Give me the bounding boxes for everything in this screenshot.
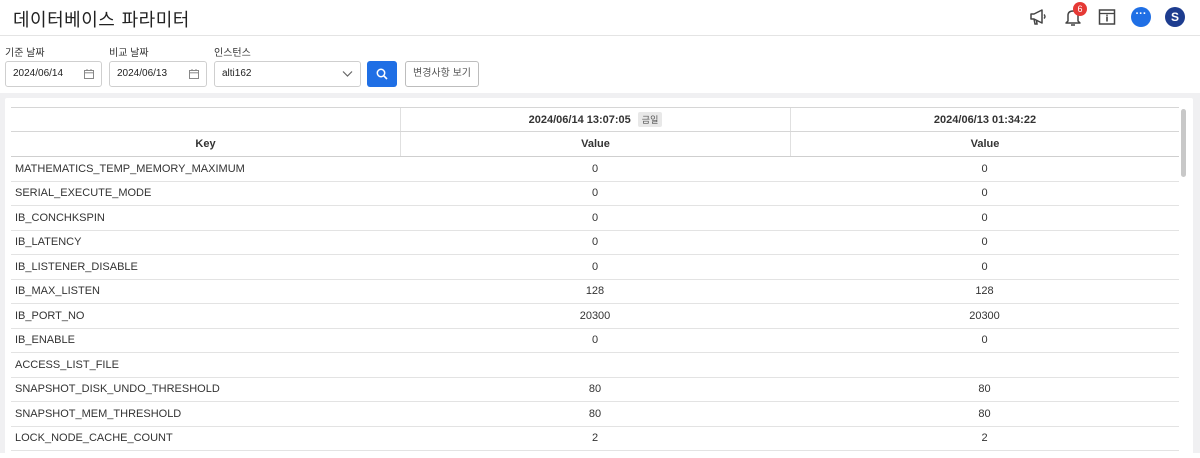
info-panel-icon[interactable] (1096, 6, 1118, 28)
table-row: IB_ENABLE 0 0 (11, 329, 1179, 353)
header-compare-column: 2024/06/13 01:34:22 (790, 108, 1179, 131)
param-key-cell: SNAPSHOT_DISK_UNDO_THRESHOLD (15, 383, 220, 396)
table-row: SERIAL_EXECUTE_MODE 0 0 (11, 182, 1179, 206)
header-empty-cell (11, 108, 400, 131)
table-row: IB_LATENCY 0 0 (11, 231, 1179, 255)
compare-value-cell: 0 (981, 211, 988, 224)
parameter-table: 2024/06/14 13:07:05 금일 2024/06/13 01:34:… (11, 107, 1179, 451)
table-row: IB_MAX_LISTEN 128 128 (11, 280, 1179, 304)
compare-value-cell: 20300 (969, 309, 1000, 322)
calendar-icon (84, 62, 94, 89)
param-key-cell: IB_LISTENER_DISABLE (15, 260, 138, 273)
page-title: 데이터베이스 파라미터 (13, 10, 190, 31)
compare-value-cell: 80 (978, 407, 991, 420)
table-row: ACCESS_LIST_FILE (11, 353, 1179, 378)
table-body: MATHEMATICS_TEMP_MEMORY_MAXIMUM 0 0 SERIAL_… (11, 157, 1179, 451)
megaphone-icon[interactable] (1028, 6, 1050, 28)
page-header: 데이터베이스 파라미터 6 ··· S (0, 0, 1200, 36)
base-timestamp: 2024/06/14 13:07:05 (528, 113, 631, 126)
base-value-cell: 0 (591, 187, 599, 200)
bell-icon[interactable]: 6 (1062, 2, 1087, 28)
compare-value-cell: 0 (981, 162, 988, 175)
param-key-cell: IB_LATENCY (15, 236, 82, 249)
param-key-cell: SNAPSHOT_MEM_THRESHOLD (15, 407, 182, 420)
param-key-cell: IB_MAX_LISTEN (15, 285, 100, 298)
base-date-label: 기준 날짜 (5, 48, 45, 59)
compare-value-cell: 2 (981, 432, 988, 445)
table-row: IB_PORT_NO 20300 20300 (11, 304, 1179, 329)
param-key-cell: IB_CONCHKSPIN (15, 211, 105, 224)
base-value-cell: 0 (591, 334, 599, 347)
base-date-picker[interactable]: 2024/06/14 (5, 61, 102, 87)
table-row: SNAPSHOT_MEM_THRESHOLD 80 80 (11, 402, 1179, 427)
compare-date-value: 2024/06/13 (117, 68, 168, 79)
base-value-cell: 80 (588, 383, 602, 396)
chat-bubble: ··· (1131, 7, 1151, 27)
table-scrollbar[interactable] (1181, 109, 1186, 177)
base-value-cell: 2 (591, 432, 599, 445)
base-value-cell: 0 (591, 211, 599, 224)
table-header-row: 2024/06/14 13:07:05 금일 2024/06/13 01:34:… (11, 107, 1179, 132)
chevron-down-icon (342, 62, 353, 88)
base-value-cell: 20300 (579, 309, 611, 322)
key-column-header: Key (195, 138, 216, 150)
base-value-cell: 0 (591, 260, 599, 273)
compare-value-cell: 128 (975, 285, 994, 298)
view-changes-button[interactable]: 변경사항 보기 (405, 61, 479, 87)
today-badge: 금일 (637, 112, 663, 127)
notification-badge: 6 (1073, 2, 1087, 16)
table-subheader-row: Key Value Value (11, 132, 1179, 157)
compare-value-cell: 0 (981, 334, 988, 347)
compare-value-cell: 80 (978, 383, 991, 396)
base-value-cell: 128 (585, 285, 605, 298)
compare-timestamp: 2024/06/13 01:34:22 (933, 113, 1037, 126)
filter-bar: 기준 날짜 2024/06/14 비교 날짜 2024/06/13 인스턴스 a… (0, 37, 1200, 93)
base-value-cell: 0 (591, 162, 599, 175)
compare-value-header: Value (790, 132, 1179, 156)
table-row: LOCK_NODE_CACHE_COUNT 2 2 (11, 427, 1179, 451)
base-value-cell: 0 (591, 236, 599, 249)
compare-value-cell: 0 (981, 187, 988, 200)
param-key-cell: SERIAL_EXECUTE_MODE (15, 187, 152, 200)
compare-value-cell (790, 353, 1179, 377)
calendar-icon (189, 62, 199, 89)
header-base-column: 2024/06/14 13:07:05 금일 (400, 108, 790, 131)
chat-icon[interactable]: ··· (1130, 6, 1152, 28)
param-key-cell: IB_ENABLE (15, 334, 75, 347)
param-key-cell: ACCESS_LIST_FILE (15, 358, 119, 371)
base-value-cell: 80 (588, 407, 602, 420)
instance-label: 인스턴스 (214, 48, 251, 59)
base-value-header: Value (400, 132, 790, 156)
table-row: SNAPSHOT_DISK_UNDO_THRESHOLD 80 80 (11, 378, 1179, 402)
param-key-cell: MATHEMATICS_TEMP_MEMORY_MAXIMUM (15, 162, 245, 175)
header-icons: 6 ··· S (1028, 2, 1186, 28)
param-key-cell: IB_PORT_NO (15, 309, 85, 322)
base-value-cell (400, 353, 790, 377)
table-row: IB_LISTENER_DISABLE 0 0 (11, 255, 1179, 280)
search-icon (376, 68, 388, 80)
compare-value-cell: 0 (981, 236, 988, 249)
avatar: S (1165, 7, 1185, 27)
param-key-cell: LOCK_NODE_CACHE_COUNT (15, 432, 173, 445)
user-avatar[interactable]: S (1164, 6, 1186, 28)
table-row: IB_CONCHKSPIN 0 0 (11, 206, 1179, 231)
instance-select[interactable]: alti162 (214, 61, 361, 87)
compare-value-cell: 0 (981, 260, 988, 273)
instance-value: alti162 (222, 68, 252, 79)
compare-date-picker[interactable]: 2024/06/13 (109, 61, 207, 87)
base-date-value: 2024/06/14 (13, 68, 64, 79)
compare-date-label: 비교 날짜 (109, 48, 149, 59)
search-button[interactable] (367, 61, 397, 87)
table-row: MATHEMATICS_TEMP_MEMORY_MAXIMUM 0 0 (11, 157, 1179, 182)
